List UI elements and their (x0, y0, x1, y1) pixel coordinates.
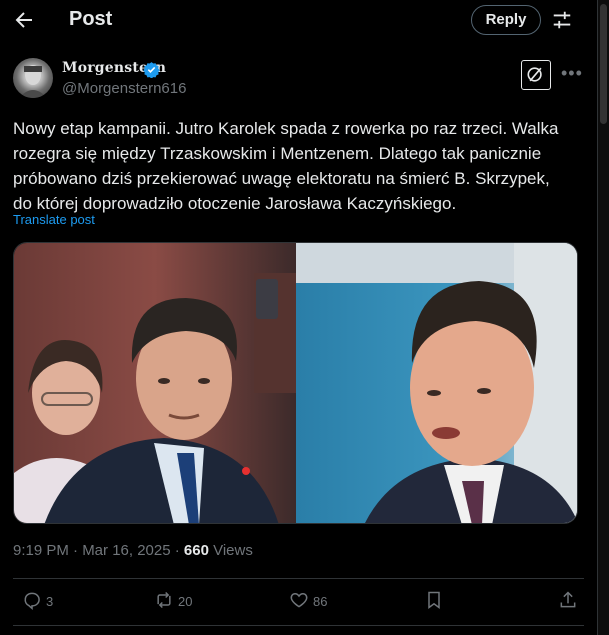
verified-badge-icon (143, 61, 160, 79)
author-handle[interactable]: @Morgenstern616 (62, 80, 186, 97)
reply-action[interactable]: 3 (18, 590, 53, 612)
post-page: Post Reply Morgenstern @Morgenstern616 •… (0, 0, 598, 635)
repost-icon (154, 590, 174, 613)
more-icon[interactable]: ••• (561, 63, 583, 84)
scrollbar-thumb[interactable] (600, 4, 607, 124)
reply-icon (22, 590, 42, 613)
divider (13, 578, 584, 579)
heart-icon (289, 590, 309, 613)
post-text-line: rozegra się między Trzaskowskim i Mentze… (13, 144, 542, 163)
reply-button[interactable]: Reply (471, 5, 541, 35)
post-text-line: do której doprowadziło otoczenie Jarosła… (13, 194, 457, 213)
views-count: 660 (183, 542, 209, 559)
timestamp[interactable]: 9:19 PM · Mar 16, 2025 · (13, 542, 184, 559)
top-bar: Post Reply (0, 0, 597, 42)
page-title: Post (69, 8, 113, 30)
post-meta: 9:19 PM · Mar 16, 2025 · 660 Views (13, 542, 253, 559)
scrollbar[interactable] (598, 0, 609, 635)
post-text: Nowy etap kampanii. Jutro Karolek spada … (13, 116, 583, 216)
repost-count: 20 (178, 593, 193, 609)
like-action[interactable]: 86 (285, 590, 327, 612)
grok-icon[interactable] (521, 60, 551, 90)
bookmark-icon (424, 590, 444, 613)
avatar[interactable] (13, 58, 53, 98)
bookmark-action[interactable] (420, 590, 444, 612)
translate-post-link[interactable]: Translate post (13, 212, 95, 227)
post-image[interactable] (13, 242, 578, 524)
repost-action[interactable]: 20 (150, 590, 192, 612)
views-label: Views (208, 542, 253, 559)
reply-count: 3 (46, 593, 54, 609)
divider (13, 625, 584, 626)
like-count: 86 (313, 593, 328, 609)
post-text-line: próbowano dziś przekierować uwagę elekto… (13, 169, 550, 188)
arrow-left-icon[interactable] (12, 8, 36, 32)
sliders-icon[interactable] (551, 9, 573, 31)
share-action[interactable] (554, 590, 578, 612)
post-text-line: Nowy etap kampanii. Jutro Karolek spada … (13, 119, 559, 138)
share-icon (558, 590, 578, 613)
